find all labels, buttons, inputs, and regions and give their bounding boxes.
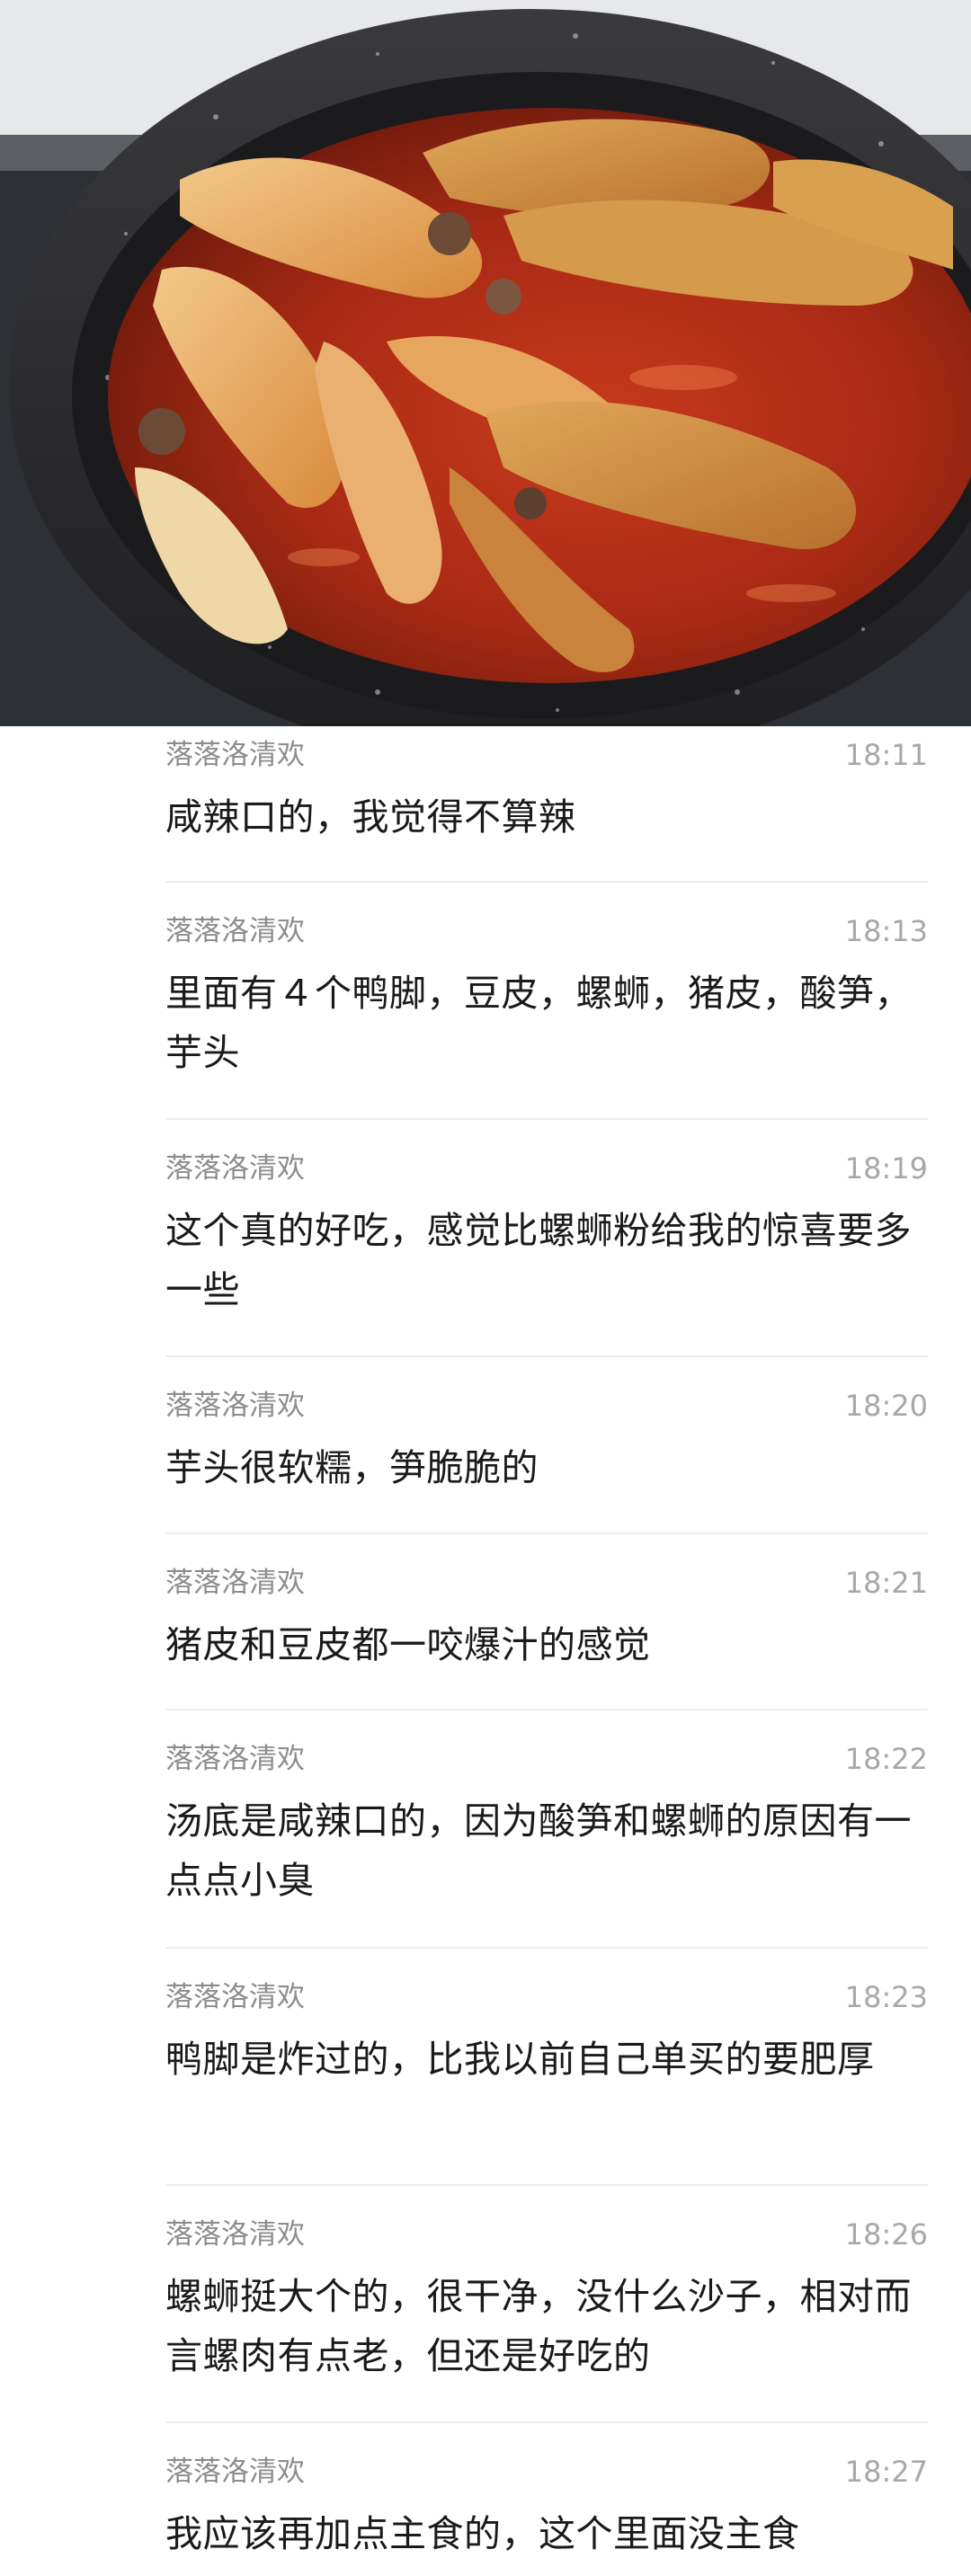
- timestamp: 18:21: [844, 1566, 928, 1600]
- sender-name[interactable]: 落落洛清欢: [165, 2215, 305, 2254]
- comment-item: 落落洛清欢 18:27 我应该再加点主食的，这个里面没主食: [165, 2452, 928, 2563]
- divider: [165, 1709, 928, 1710]
- comment-text: 芋头很软糯，笋脆脆的: [165, 1446, 539, 1489]
- food-photo: [0, 0, 971, 726]
- timestamp: 18:13: [844, 914, 928, 948]
- comment-item: 落落洛清欢 18:13 里面有４个鸭脚，豆皮，螺蛳，猪皮，酸笋，芋头: [165, 911, 928, 1082]
- timestamp: 18:23: [844, 1980, 928, 2014]
- sender-name[interactable]: 落落洛清欢: [165, 735, 305, 775]
- divider: [165, 1947, 928, 1949]
- comment-text: 猪皮和豆皮都一咬爆汁的感觉: [165, 1623, 651, 1666]
- sender-name[interactable]: 落落洛清欢: [165, 2452, 305, 2492]
- divider: [165, 1118, 928, 1120]
- sender-name[interactable]: 落落洛清欢: [165, 1739, 305, 1779]
- comment-item: 落落洛清欢 18:26 螺蛳挺大个的，很干净，没什么沙子，相对而言螺肉有点老，但…: [165, 2215, 928, 2385]
- timestamp: 18:19: [844, 1151, 928, 1186]
- divider: [165, 1532, 928, 1534]
- comment-text: 汤底是咸辣口的，因为酸笋和螺蛳的原因有一点点小臭: [165, 1799, 912, 1902]
- comment-item: 落落洛清欢 18:19 这个真的好吃，感觉比螺蛳粉给我的惊喜要多一些: [165, 1149, 928, 1319]
- sender-name[interactable]: 落落洛清欢: [165, 1977, 305, 2017]
- comment-text: 鸭脚是炸过的，比我以前自己单买的要肥厚: [165, 2038, 875, 2081]
- comment-item: 落落洛清欢 18:21 猪皮和豆皮都一咬爆汁的感觉: [165, 1563, 928, 1674]
- comment-list: 落落洛清欢 18:11 咸辣口的，我觉得不算辣 落落洛清欢 18:13 里面有４…: [0, 726, 971, 2576]
- divider: [165, 1355, 928, 1357]
- timestamp: 18:26: [844, 2217, 928, 2252]
- hotpot-photo-icon: [0, 0, 971, 726]
- sender-name[interactable]: 落落洛清欢: [165, 1563, 305, 1603]
- sender-name[interactable]: 落落洛清欢: [165, 1149, 305, 1188]
- timestamp: 18:11: [844, 738, 928, 772]
- sender-name[interactable]: 落落洛清欢: [165, 1386, 305, 1426]
- divider: [165, 2421, 928, 2423]
- comment-item: 落落洛清欢 18:20 芋头很软糯，笋脆脆的: [165, 1386, 928, 1497]
- comment-text: 里面有４个鸭脚，豆皮，螺蛳，猪皮，酸笋，芋头: [165, 972, 912, 1074]
- divider: [165, 2184, 928, 2186]
- comment-item: 落落洛清欢 18:23 鸭脚是炸过的，比我以前自己单买的要肥厚: [165, 1977, 928, 2089]
- timestamp: 18:27: [844, 2455, 928, 2489]
- comment-text: 我应该再加点主食的，这个里面没主食: [165, 2512, 800, 2555]
- comment-item: 落落洛清欢 18:22 汤底是咸辣口的，因为酸笋和螺蛳的原因有一点点小臭: [165, 1739, 928, 1910]
- comment-text: 这个真的好吃，感觉比螺蛳粉给我的惊喜要多一些: [165, 1209, 912, 1311]
- sender-name[interactable]: 落落洛清欢: [165, 911, 305, 951]
- divider: [165, 881, 928, 883]
- timestamp: 18:20: [844, 1389, 928, 1423]
- comment-item: 落落洛清欢 18:11 咸辣口的，我觉得不算辣: [165, 735, 928, 847]
- comment-text: 咸辣口的，我觉得不算辣: [165, 795, 576, 839]
- comment-text: 螺蛳挺大个的，很干净，没什么沙子，相对而言螺肉有点老，但还是好吃的: [165, 2275, 912, 2377]
- timestamp: 18:22: [844, 1742, 928, 1776]
